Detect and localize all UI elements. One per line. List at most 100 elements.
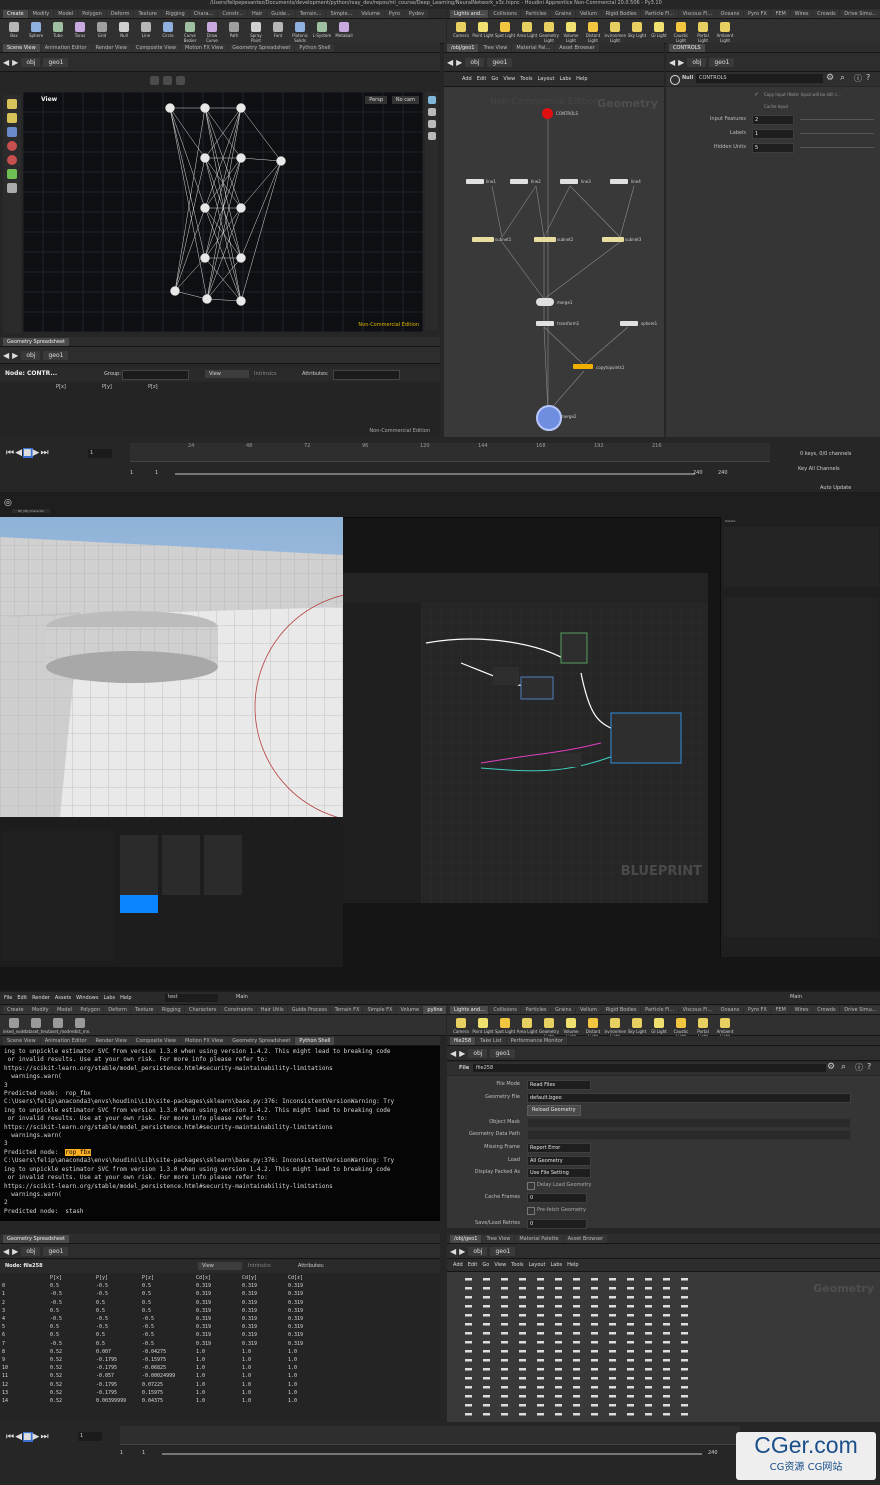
network-node[interactable] bbox=[573, 1323, 580, 1326]
network-node[interactable] bbox=[573, 1287, 580, 1290]
table-row[interactable]: 4 -0.5 -0.5 -0.5 0.319 0.319 0.319 bbox=[0, 1315, 332, 1323]
shelf-tool-3[interactable]: Torus bbox=[69, 19, 91, 45]
network-node[interactable] bbox=[555, 1332, 562, 1335]
shelf-tab-8[interactable]: Constraints bbox=[220, 1005, 256, 1014]
light-tab-12[interactable]: Crowds bbox=[813, 9, 840, 18]
network-node[interactable] bbox=[591, 1332, 598, 1335]
light-tab-3[interactable]: Grains bbox=[551, 9, 576, 18]
network-node[interactable] bbox=[627, 1350, 634, 1353]
network-menu-item-0[interactable]: Add bbox=[453, 1262, 463, 1268]
node-name-field[interactable]: CONTROLS bbox=[696, 74, 823, 83]
parm-field-0[interactable]: 2 bbox=[752, 115, 794, 125]
path-obj[interactable]: obj bbox=[21, 57, 41, 67]
pane-tab-5[interactable]: Geometry Spreadsheet bbox=[228, 1036, 295, 1045]
content-browser[interactable] bbox=[0, 817, 343, 967]
node-subnet1[interactable] bbox=[472, 237, 494, 242]
shelf-tab-11[interactable]: Terrain... bbox=[295, 9, 326, 18]
path-geo[interactable]: geo1 bbox=[43, 57, 69, 67]
stop-icon[interactable]: ■ bbox=[23, 1432, 33, 1442]
network-node[interactable] bbox=[573, 1314, 580, 1317]
network-node[interactable] bbox=[645, 1287, 652, 1290]
network-node[interactable] bbox=[645, 1305, 652, 1308]
network-node[interactable] bbox=[591, 1287, 598, 1290]
parm-checkbox-10[interactable] bbox=[527, 1207, 535, 1215]
network-node[interactable] bbox=[537, 1386, 544, 1389]
search-icon[interactable]: ⌕ bbox=[840, 73, 845, 83]
pane-tab-3[interactable]: Composite View bbox=[131, 1036, 180, 1045]
parm-field-6[interactable]: All Geometry bbox=[527, 1155, 591, 1166]
network-node[interactable] bbox=[555, 1287, 562, 1290]
network-node[interactable] bbox=[483, 1278, 490, 1281]
network-node[interactable] bbox=[555, 1404, 562, 1407]
shelf-tab-4[interactable]: Deform bbox=[104, 1005, 131, 1014]
network-node[interactable] bbox=[465, 1404, 472, 1407]
move-tool-icon[interactable] bbox=[7, 113, 17, 123]
network-node[interactable] bbox=[501, 1386, 508, 1389]
network-node[interactable] bbox=[501, 1332, 508, 1335]
network-node[interactable] bbox=[465, 1332, 472, 1335]
network-node[interactable] bbox=[663, 1305, 670, 1308]
shelf-tab-10[interactable]: Guide Process bbox=[287, 1005, 330, 1014]
forward-arrow-icon[interactable]: ▶ bbox=[12, 58, 18, 67]
light-tool-9[interactable]: GI Light bbox=[648, 19, 670, 45]
path-geo[interactable]: geo1 bbox=[487, 57, 513, 67]
light-tab-1[interactable]: Collisions bbox=[489, 9, 521, 18]
back-arrow-icon[interactable]: ◀ bbox=[669, 58, 675, 67]
network-node[interactable] bbox=[537, 1341, 544, 1344]
network-node[interactable] bbox=[483, 1404, 490, 1407]
network-node[interactable] bbox=[483, 1341, 490, 1344]
network-node[interactable] bbox=[609, 1323, 616, 1326]
grid-icon[interactable] bbox=[427, 120, 436, 128]
network-node[interactable] bbox=[501, 1377, 508, 1380]
network-tab-0[interactable]: /obj/geo1 bbox=[447, 43, 479, 52]
shelf-tab-3[interactable]: Polygon bbox=[78, 9, 106, 18]
light-tab-6[interactable]: Particle Fl... bbox=[641, 1005, 678, 1014]
network-node[interactable] bbox=[483, 1296, 490, 1299]
network-node[interactable] bbox=[465, 1323, 472, 1326]
network-node[interactable] bbox=[627, 1332, 634, 1335]
light-tab-5[interactable]: Rigid Bodies bbox=[601, 9, 641, 18]
group-field[interactable] bbox=[122, 370, 189, 380]
network-node[interactable] bbox=[483, 1413, 490, 1416]
network-node[interactable] bbox=[501, 1296, 508, 1299]
scene-viewport[interactable]: View Persp No cam Non-Commercial Edition bbox=[23, 92, 423, 332]
network-node[interactable] bbox=[645, 1404, 652, 1407]
network-node[interactable] bbox=[519, 1404, 526, 1407]
end-field-2[interactable]: 240 bbox=[718, 470, 728, 476]
shelf-tab-12[interactable]: Simple FX bbox=[363, 1005, 396, 1014]
network-node[interactable] bbox=[645, 1323, 652, 1326]
parm-tab-0[interactable]: file258 bbox=[450, 1036, 476, 1045]
node-line1[interactable] bbox=[466, 179, 484, 184]
network-node[interactable] bbox=[555, 1368, 562, 1371]
network-node[interactable] bbox=[465, 1278, 472, 1281]
network-node[interactable] bbox=[465, 1386, 472, 1389]
node-merge2[interactable] bbox=[536, 405, 562, 431]
network-node[interactable] bbox=[645, 1368, 652, 1371]
main-menu-item-0[interactable]: File bbox=[4, 995, 12, 1001]
network-node[interactable] bbox=[519, 1278, 526, 1281]
persp-menu[interactable]: Persp bbox=[365, 96, 387, 104]
shelf-tool-6[interactable]: Line bbox=[135, 19, 157, 45]
network-node[interactable] bbox=[501, 1395, 508, 1398]
network-node[interactable] bbox=[627, 1341, 634, 1344]
forward-arrow-icon[interactable]: ▶ bbox=[678, 58, 684, 67]
network-node[interactable] bbox=[591, 1386, 598, 1389]
network-node[interactable] bbox=[681, 1350, 688, 1353]
forward-arrow-icon[interactable]: ▶ bbox=[12, 1247, 18, 1256]
network-node[interactable] bbox=[627, 1323, 634, 1326]
shelf-tool-0[interactable]: Box bbox=[3, 19, 25, 45]
network-node[interactable] bbox=[663, 1386, 670, 1389]
shelf-tool-8[interactable]: Curve Bezier bbox=[179, 19, 201, 45]
network-node[interactable] bbox=[681, 1395, 688, 1398]
tab-geometry-spreadsheet[interactable]: Geometry Spreadsheet bbox=[3, 1234, 70, 1243]
main-menu-item-4[interactable]: Windows bbox=[76, 995, 98, 1001]
desktop-field[interactable]: test bbox=[165, 994, 218, 1002]
network-menu-item-3[interactable]: View bbox=[494, 1262, 506, 1268]
network-node[interactable] bbox=[519, 1395, 526, 1398]
shelf-tool-1[interactable]: Sphere bbox=[25, 19, 47, 45]
parm-tab-1[interactable]: Take List bbox=[476, 1036, 506, 1045]
parm-field-5[interactable]: Report Error bbox=[527, 1143, 591, 1153]
network-node[interactable] bbox=[591, 1368, 598, 1371]
table-row[interactable]: 1 -0.5 -0.5 0.5 0.319 0.319 0.319 bbox=[0, 1290, 332, 1298]
light-tool-4[interactable]: Geometry Light bbox=[538, 19, 560, 45]
